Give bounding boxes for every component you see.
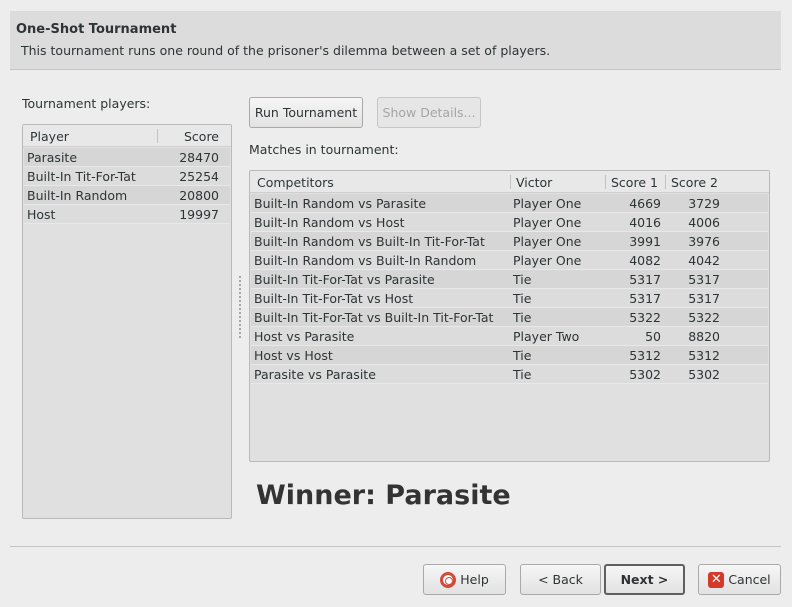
table-row[interactable]: Built-In Random vs Built-In Random Player… [251, 251, 768, 270]
match-victor: Tie [513, 310, 532, 325]
table-row[interactable]: Parasite vs Parasite Tie 5302 5302 [251, 365, 768, 384]
matches-table[interactable]: Competitors Victor Score 1 Score 2 Built… [249, 170, 770, 462]
match-competitors: Host vs Parasite [254, 329, 355, 344]
match-competitors: Built-In Random vs Built-In Tit-For-Tat [254, 234, 485, 249]
column-score1[interactable]: Score 1 [611, 175, 658, 190]
table-row[interactable]: Built-In Tit-For-Tat vs Parasite Tie 5317 5… [251, 270, 768, 289]
match-competitors: Parasite vs Parasite [254, 367, 376, 382]
match-competitors: Built-In Tit-For-Tat vs Parasite [254, 272, 435, 287]
match-victor: Tie [513, 348, 532, 363]
match-score2: 4006 [688, 215, 720, 230]
match-score2: 5312 [688, 348, 720, 363]
match-victor: Tie [513, 272, 532, 287]
lifebuoy-icon [440, 571, 457, 588]
match-score2: 3729 [688, 196, 720, 211]
match-score1: 3991 [629, 234, 661, 249]
players-table[interactable]: Player Score Parasite 28470 Built-In Tit-F… [22, 124, 232, 519]
show-details-button[interactable]: Show Details... [377, 97, 481, 128]
table-row[interactable]: Built-In Random 20800 [24, 186, 230, 205]
match-victor: Player One [513, 215, 582, 230]
match-score1: 5317 [629, 291, 661, 306]
match-score1: 50 [645, 329, 661, 344]
match-score2: 5317 [688, 272, 720, 287]
table-row[interactable]: Parasite 28470 [24, 148, 230, 167]
table-row[interactable]: Built-In Random vs Host Player One 4016 400… [251, 213, 768, 232]
help-button[interactable]: Help [423, 564, 506, 595]
matches-table-header: Competitors Victor Score 1 Score 2 [250, 171, 769, 193]
match-score1: 4669 [629, 196, 661, 211]
match-score2: 5302 [688, 367, 720, 382]
player-score: 28470 [179, 150, 219, 165]
player-score: 25254 [179, 169, 219, 184]
table-row[interactable]: Built-In Random vs Parasite Player One 466… [251, 194, 768, 213]
players-label: Tournament players: [22, 96, 151, 111]
table-row[interactable]: Host 19997 [24, 205, 230, 224]
wizard-header: One-Shot Tournament This tournament runs… [10, 11, 781, 70]
column-separator[interactable] [510, 175, 511, 189]
page-title: One-Shot Tournament [16, 22, 177, 37]
players-table-header: Player Score [23, 125, 231, 147]
match-victor: Player Two [513, 329, 580, 344]
table-row[interactable]: Built-In Tit-For-Tat vs Host Tie 5317 5317 [251, 289, 768, 308]
run-tournament-button[interactable]: Run Tournament [249, 97, 363, 128]
table-row[interactable]: Built-In Tit-For-Tat vs Built-In Tit-For… [251, 308, 768, 327]
column-separator[interactable] [665, 175, 666, 189]
next-button[interactable]: Next > [604, 564, 685, 595]
table-row[interactable]: Host vs Parasite Player Two 50 8820 [251, 327, 768, 346]
match-score1: 5317 [629, 272, 661, 287]
match-competitors: Built-In Random vs Parasite [254, 196, 427, 211]
match-competitors: Built-In Tit-For-Tat vs Host [254, 291, 414, 306]
match-score1: 5312 [629, 348, 661, 363]
match-score1: 4016 [629, 215, 661, 230]
column-player[interactable]: Player [30, 129, 69, 144]
column-score[interactable]: Score [184, 129, 219, 144]
player-score: 19997 [179, 207, 219, 222]
match-score2: 5322 [688, 310, 720, 325]
table-row[interactable]: Built-In Random vs Built-In Tit-For-Tat P… [251, 232, 768, 251]
player-score: 20800 [179, 188, 219, 203]
winner-text: Winner: Parasite [256, 480, 511, 511]
player-name: Parasite [27, 150, 78, 165]
table-row[interactable]: Host vs Host Tie 5312 5312 [251, 346, 768, 365]
match-victor: Player One [513, 196, 582, 211]
match-competitors: Host vs Host [254, 348, 333, 363]
match-score1: 5302 [629, 367, 661, 382]
matches-label: Matches in tournament: [249, 142, 399, 157]
match-score2: 8820 [688, 329, 720, 344]
match-victor: Tie [513, 291, 532, 306]
back-button[interactable]: < Back [520, 564, 601, 595]
column-competitors[interactable]: Competitors [257, 175, 334, 190]
match-score1: 5322 [629, 310, 661, 325]
column-separator[interactable] [605, 175, 606, 189]
match-competitors: Built-In Random vs Built-In Random [254, 253, 477, 268]
page-description: This tournament runs one round of the pr… [21, 43, 551, 58]
match-score2: 3976 [688, 234, 720, 249]
match-score1: 4082 [629, 253, 661, 268]
match-score2: 4042 [688, 253, 720, 268]
column-separator[interactable] [157, 129, 158, 143]
column-score2[interactable]: Score 2 [671, 175, 718, 190]
table-row[interactable]: Built-In Tit-For-Tat 25254 [24, 167, 230, 186]
match-victor: Player One [513, 234, 582, 249]
match-competitors: Built-In Tit-For-Tat vs Built-In Tit-For… [254, 310, 494, 325]
footer-divider [10, 546, 781, 547]
column-victor[interactable]: Victor [516, 175, 552, 190]
match-score2: 5317 [688, 291, 720, 306]
match-competitors: Built-In Random vs Host [254, 215, 405, 230]
match-victor: Tie [513, 367, 532, 382]
player-name: Built-In Tit-For-Tat [27, 169, 136, 184]
player-name: Host [27, 207, 56, 222]
match-victor: Player One [513, 253, 582, 268]
cancel-icon: ✕ [708, 571, 725, 588]
cancel-button[interactable]: ✕ Cancel [698, 564, 781, 595]
pane-resize-handle[interactable] [239, 276, 241, 338]
player-name: Built-In Random [27, 188, 128, 203]
